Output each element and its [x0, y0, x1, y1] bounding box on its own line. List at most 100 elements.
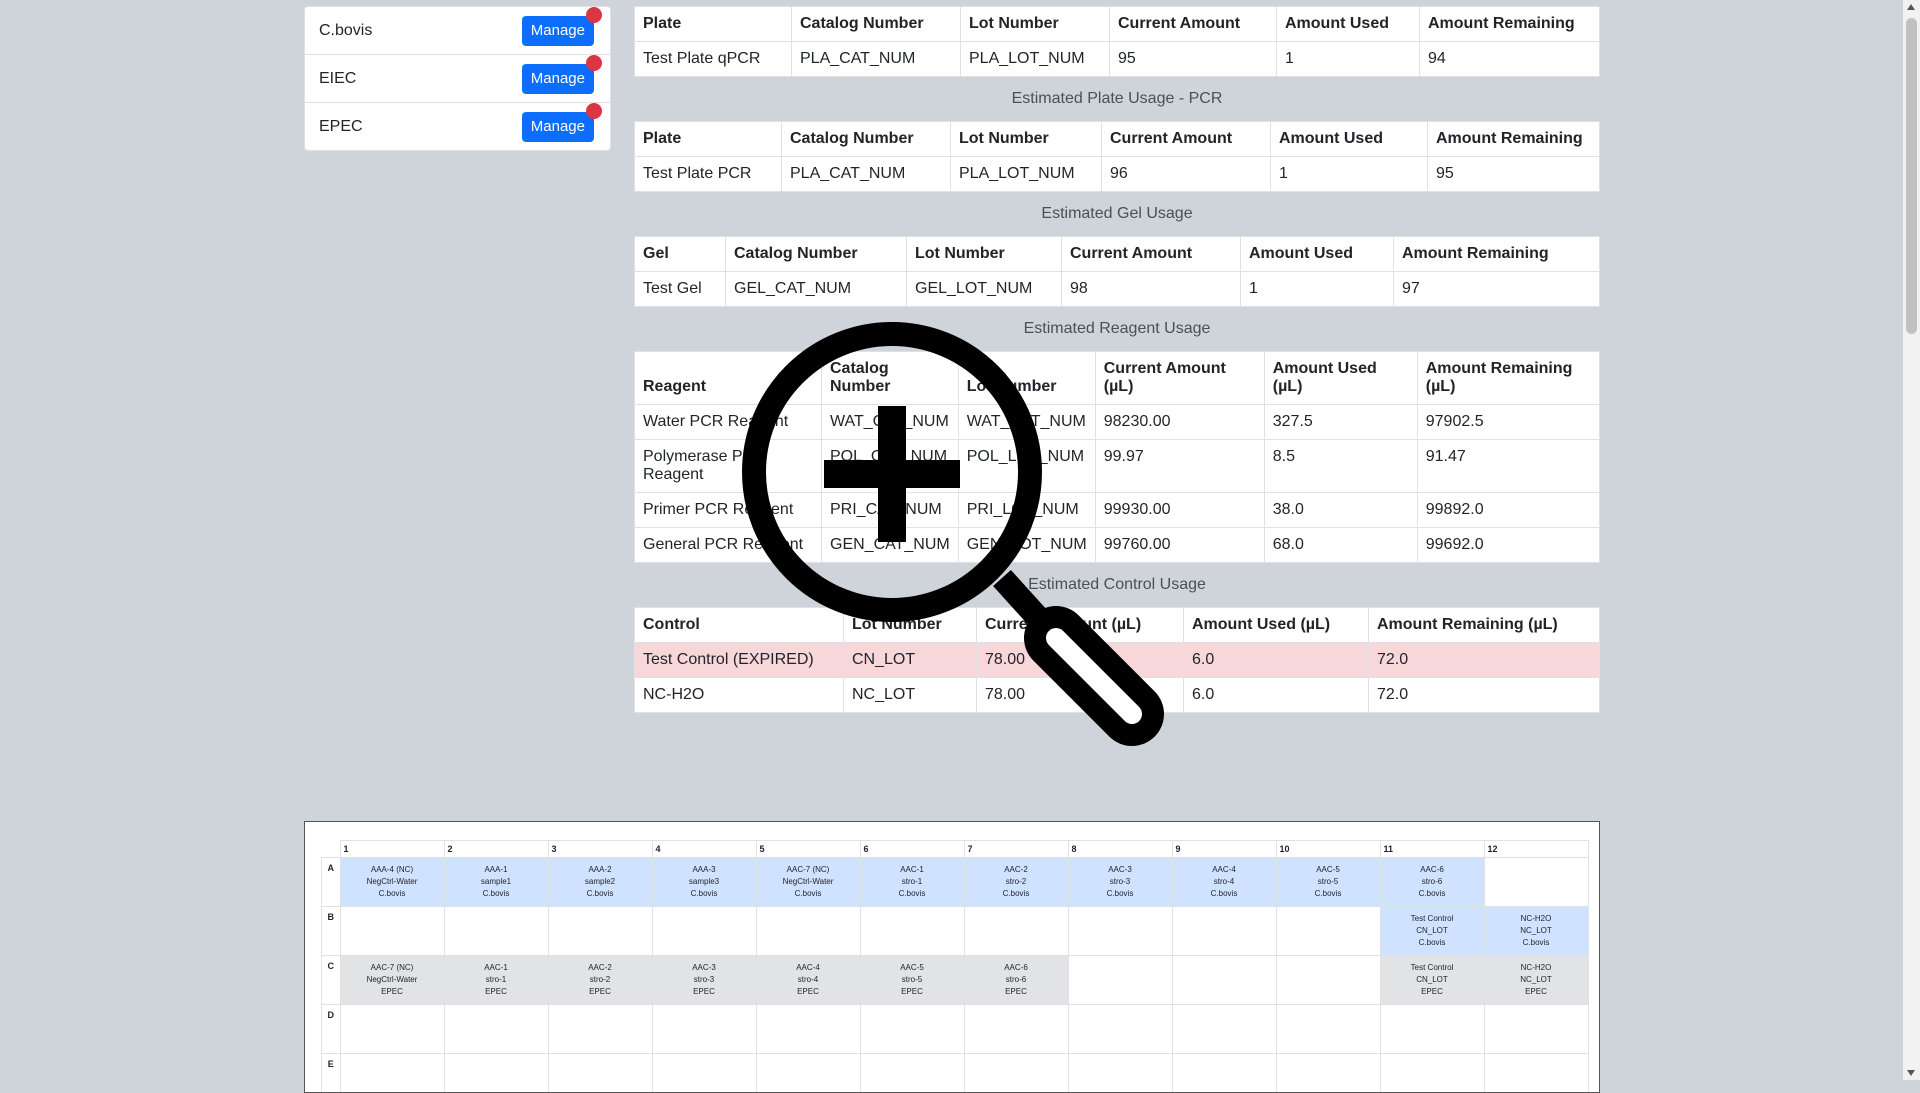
plate-well[interactable]: [964, 1005, 1068, 1054]
plate-well[interactable]: [340, 1054, 444, 1093]
plate-well[interactable]: AAC-5stro-5EPEC: [860, 956, 964, 1005]
scroll-down-icon[interactable]: [1907, 1070, 1915, 1076]
plate-well[interactable]: [1068, 956, 1172, 1005]
plate-well[interactable]: AAC-1stro-1C.bovis: [860, 858, 964, 907]
manage-button[interactable]: Manage: [522, 112, 594, 142]
qpcr-plate-table: Plate Catalog Number Lot Number Current …: [634, 6, 1600, 77]
plate-well[interactable]: [1276, 1005, 1380, 1054]
plate-well[interactable]: AAA-1sample1C.bovis: [444, 858, 548, 907]
plate-well[interactable]: [1172, 907, 1276, 956]
table-row: Test Gel GEL_CAT_NUM GEL_LOT_NUM 98 1 97: [635, 272, 1600, 307]
plate-column-header: 10: [1276, 841, 1380, 858]
plate-well[interactable]: [652, 907, 756, 956]
plate-well[interactable]: AAC-5stro-5C.bovis: [1276, 858, 1380, 907]
plate-well[interactable]: [340, 907, 444, 956]
table-cell: 6.0: [1184, 678, 1369, 713]
column-header: Amount Remaining (µL): [1417, 352, 1599, 405]
plate-well[interactable]: NC-H2ONC_LOTC.bovis: [1484, 907, 1588, 956]
plate-well[interactable]: AAC-4stro-4EPEC: [756, 956, 860, 1005]
well-text: Test Control: [1381, 913, 1484, 925]
column-header: Catalog Number: [792, 7, 961, 42]
plate-well[interactable]: [1172, 1005, 1276, 1054]
plate-well[interactable]: AAC-7 (NC)NegCtrl-WaterC.bovis: [756, 858, 860, 907]
sidebar-item-eiec: EIEC Manage: [305, 55, 610, 103]
plate-well[interactable]: [548, 1054, 652, 1093]
table-cell: 72.0: [1369, 678, 1600, 713]
table-cell: 96: [1102, 157, 1271, 192]
plate-well[interactable]: AAC-2stro-2EPEC: [548, 956, 652, 1005]
plate-well[interactable]: [444, 1054, 548, 1093]
well-text: stro-6: [1381, 876, 1484, 888]
table-row: Polymerase PCR Reagent POL_CAT_NUM POL_L…: [635, 440, 1600, 493]
plate-well[interactable]: [964, 907, 1068, 956]
manage-button[interactable]: Manage: [522, 64, 594, 94]
table-cell: 91.47: [1417, 440, 1599, 493]
plate-well[interactable]: [860, 1005, 964, 1054]
plate-well[interactable]: [860, 907, 964, 956]
plate-well[interactable]: [1484, 1005, 1588, 1054]
pcr-plate-caption: Estimated Plate Usage - PCR: [634, 77, 1600, 121]
plate-column-header: 8: [1068, 841, 1172, 858]
plate-well[interactable]: [1068, 907, 1172, 956]
plate-well[interactable]: [1276, 907, 1380, 956]
plate-well[interactable]: [340, 1005, 444, 1054]
column-header: Reagent: [635, 352, 822, 405]
plate-well[interactable]: [756, 1054, 860, 1093]
plate-well[interactable]: [1380, 1005, 1484, 1054]
plate-well[interactable]: AAC-3stro-3EPEC: [652, 956, 756, 1005]
plate-well[interactable]: [1276, 1054, 1380, 1093]
plate-well[interactable]: AAC-2stro-2C.bovis: [964, 858, 1068, 907]
well-text: C.bovis: [1485, 937, 1588, 949]
plate-well[interactable]: [1484, 858, 1588, 907]
plate-well[interactable]: [548, 907, 652, 956]
plate-well[interactable]: [1172, 1054, 1276, 1093]
plate-well[interactable]: [1484, 1054, 1588, 1093]
plate-well[interactable]: [652, 1005, 756, 1054]
well-text: sample2: [549, 876, 652, 888]
plate-well[interactable]: AAA-4 (NC)NegCtrl-WaterC.bovis: [340, 858, 444, 907]
well-text: AAC-3: [1069, 864, 1172, 876]
plate-well[interactable]: AAA-2sample2C.bovis: [548, 858, 652, 907]
table-cell: 6.0: [1184, 643, 1369, 678]
plate-well[interactable]: AAC-7 (NC)NegCtrl-WaterEPEC: [340, 956, 444, 1005]
plate-well[interactable]: [1380, 1054, 1484, 1093]
plate-well[interactable]: [444, 907, 548, 956]
column-header: Catalog Number: [726, 237, 907, 272]
plate-well[interactable]: AAC-4stro-4C.bovis: [1172, 858, 1276, 907]
plate-well[interactable]: AAC-1stro-1EPEC: [444, 956, 548, 1005]
column-header: Lot Number: [958, 352, 1095, 405]
plate-well[interactable]: [1068, 1054, 1172, 1093]
well-text: AAC-5: [1277, 864, 1380, 876]
plate-well[interactable]: [1068, 1005, 1172, 1054]
manage-button[interactable]: Manage: [522, 16, 594, 46]
scroll-up-icon[interactable]: [1907, 4, 1915, 10]
page-scrollbar[interactable]: [1903, 0, 1920, 1080]
plate-well[interactable]: AAC-6stro-6C.bovis: [1380, 858, 1484, 907]
plate-well[interactable]: [1172, 956, 1276, 1005]
plate-column-header: 12: [1484, 841, 1588, 858]
well-text: stro-4: [1173, 876, 1276, 888]
plate-well[interactable]: [964, 1054, 1068, 1093]
table-row: Test Plate PCR PLA_CAT_NUM PLA_LOT_NUM 9…: [635, 157, 1600, 192]
table-cell: General PCR Reagent: [635, 528, 822, 563]
plate-well[interactable]: AAA-3sample3C.bovis: [652, 858, 756, 907]
plate-well[interactable]: [1276, 956, 1380, 1005]
plate-well[interactable]: AAC-6stro-6EPEC: [964, 956, 1068, 1005]
well-text: NegCtrl-Water: [341, 876, 444, 888]
scroll-thumb[interactable]: [1906, 18, 1917, 334]
plate-well[interactable]: [860, 1054, 964, 1093]
plate-well[interactable]: [652, 1054, 756, 1093]
plate-well[interactable]: [444, 1005, 548, 1054]
plate-well[interactable]: [548, 1005, 652, 1054]
column-header: Catalog Number: [782, 122, 951, 157]
well-text: NC-H2O: [1485, 913, 1588, 925]
well-text: stro-2: [549, 974, 652, 986]
plate-well[interactable]: Test ControlCN_LOTEPEC: [1380, 956, 1484, 1005]
plate-well[interactable]: Test ControlCN_LOTC.bovis: [1380, 907, 1484, 956]
plate-well[interactable]: NC-H2ONC_LOTEPEC: [1484, 956, 1588, 1005]
plate-well[interactable]: AAC-3stro-3C.bovis: [1068, 858, 1172, 907]
plate-well[interactable]: [756, 907, 860, 956]
plate-well[interactable]: [756, 1005, 860, 1054]
sidebar-item-cbovis: C.bovis Manage: [305, 7, 610, 55]
reagent-table: Reagent Catalog Number Lot Number Curren…: [634, 351, 1600, 563]
